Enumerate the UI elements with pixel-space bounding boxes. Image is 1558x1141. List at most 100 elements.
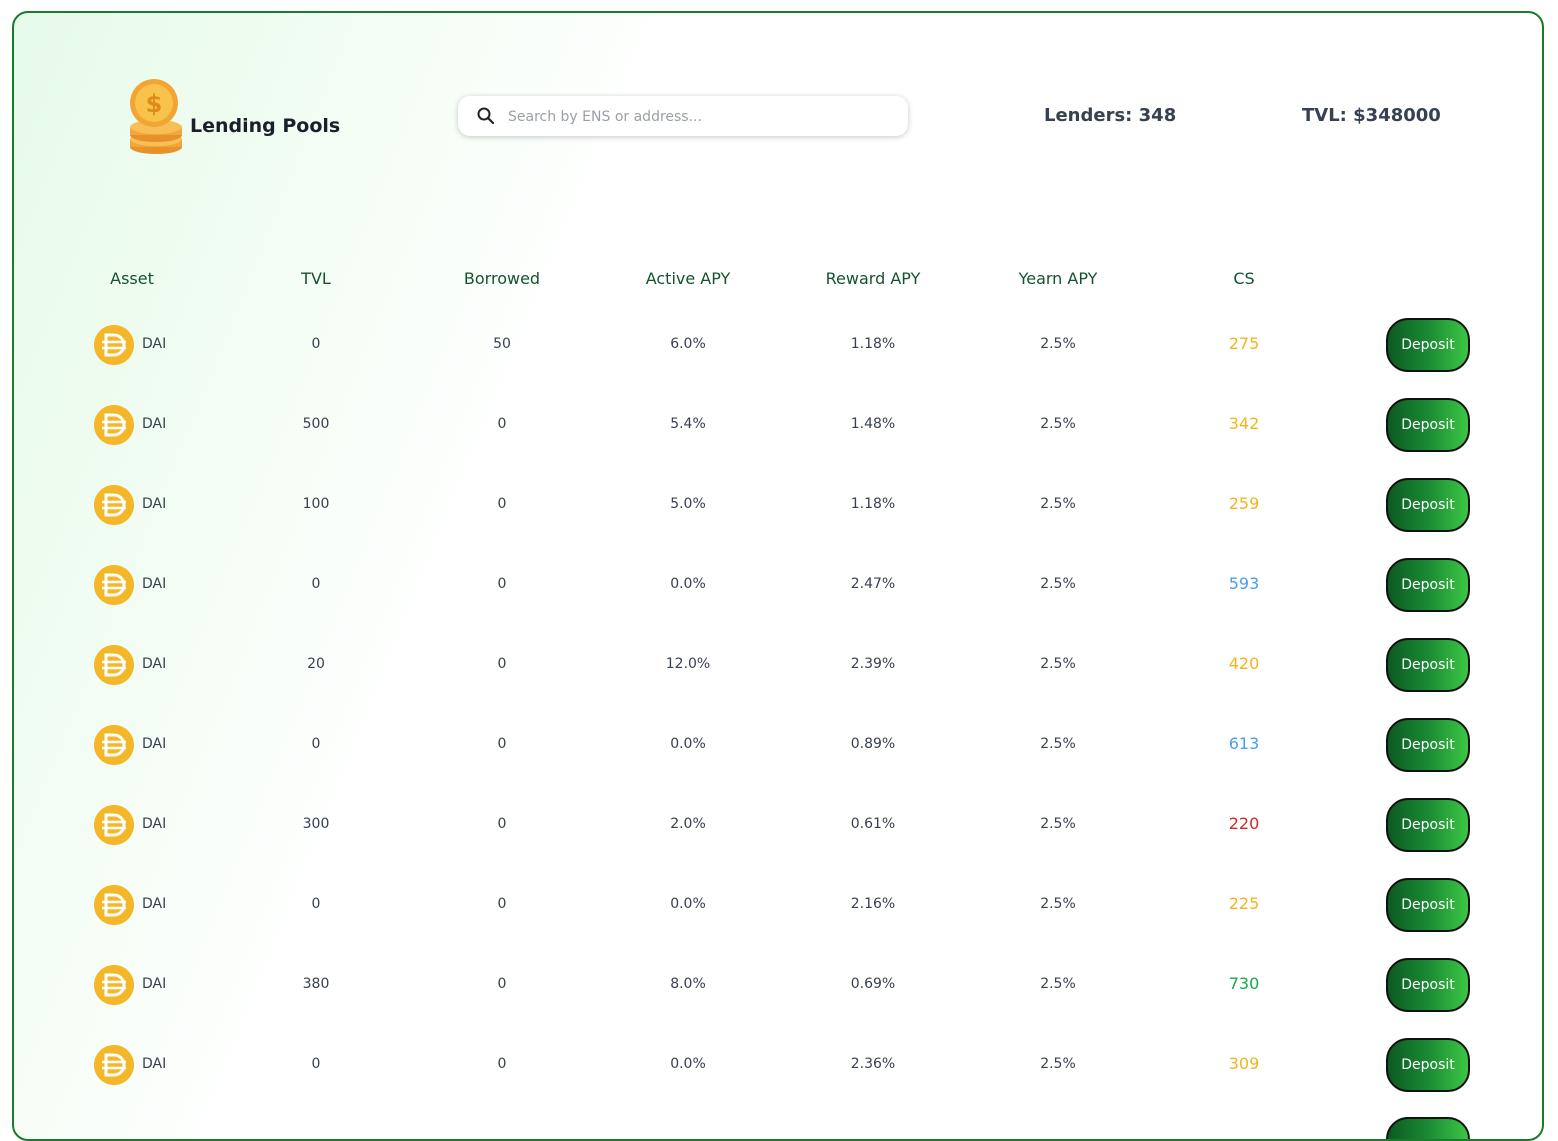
cell-borrowed: 0 [497, 496, 507, 512]
deposit-button-partial[interactable] [1386, 1117, 1470, 1139]
lenders-count: Lenders: 348 [1044, 105, 1177, 126]
cell-active-apy: 12.0% [665, 656, 711, 672]
cell-borrowed: 0 [497, 976, 507, 992]
deposit-button[interactable]: Deposit [1386, 878, 1470, 932]
column-header-active-apy: Active APY [645, 269, 731, 288]
asset-name: DAI [142, 576, 167, 592]
deposit-button[interactable]: Deposit [1386, 478, 1470, 532]
cell-cs: 593 [1228, 574, 1260, 593]
deposit-button[interactable]: Deposit [1386, 318, 1470, 372]
table-row: DAI 0 0 0.0% 2.47% 2.5% 593 Deposit [14, 558, 1542, 645]
column-header-borrowed: Borrowed [463, 269, 541, 288]
dai-coin-icon [94, 565, 134, 605]
table-row: DAI 0 0 0.0% 2.16% 2.5% 225 Deposit [14, 878, 1542, 965]
cell-borrowed: 0 [497, 896, 507, 912]
cell-active-apy: 0.0% [670, 1056, 706, 1072]
cell-tvl: 380 [302, 976, 330, 992]
cell-tvl: 300 [302, 816, 330, 832]
column-header-yearn-apy: Yearn APY [1018, 269, 1098, 288]
cell-cs: 613 [1228, 734, 1260, 753]
dai-coin-icon [94, 405, 134, 445]
cell-reward-apy: 0.61% [850, 816, 896, 832]
dai-coin-icon [94, 965, 134, 1005]
asset-name: DAI [142, 1056, 167, 1072]
cell-reward-apy: 2.47% [850, 576, 896, 592]
cell-yearn-apy: 2.5% [1040, 576, 1076, 592]
cell-active-apy: 5.0% [670, 496, 706, 512]
dai-coin-icon [94, 805, 134, 845]
search-input[interactable] [506, 104, 890, 130]
deposit-button[interactable]: Deposit [1386, 958, 1470, 1012]
column-header-reward-apy: Reward APY [825, 269, 921, 288]
table-row: DAI 0 50 6.0% 1.18% 2.5% 275 Deposit [14, 318, 1542, 405]
cell-tvl: 100 [302, 496, 330, 512]
cell-yearn-apy: 2.5% [1040, 496, 1076, 512]
cell-borrowed: 0 [497, 576, 507, 592]
cell-tvl: 500 [302, 416, 330, 432]
cell-active-apy: 6.0% [670, 336, 706, 352]
svg-text:$: $ [146, 90, 163, 118]
table-row: DAI 300 0 2.0% 0.61% 2.5% 220 Deposit [14, 798, 1542, 885]
cell-yearn-apy: 2.5% [1040, 736, 1076, 752]
dai-coin-icon [94, 725, 134, 765]
cell-yearn-apy: 2.5% [1040, 816, 1076, 832]
cell-active-apy: 5.4% [670, 416, 706, 432]
deposit-button[interactable]: Deposit [1386, 718, 1470, 772]
dai-coin-icon [94, 645, 134, 685]
deposit-button[interactable]: Deposit [1386, 1038, 1470, 1092]
dai-coin-icon [94, 325, 134, 365]
cell-borrowed: 0 [497, 816, 507, 832]
cell-reward-apy: 2.36% [850, 1056, 896, 1072]
cell-active-apy: 2.0% [670, 816, 706, 832]
search-bar[interactable] [458, 96, 908, 136]
cell-reward-apy: 1.48% [850, 416, 896, 432]
column-header-tvl: TVL [301, 269, 331, 288]
asset-name: DAI [142, 656, 167, 672]
table-row: DAI 380 0 8.0% 0.69% 2.5% 730 Deposit [14, 958, 1542, 1045]
deposit-button[interactable]: Deposit [1386, 558, 1470, 612]
table-row: DAI 0 0 0.0% 0.89% 2.5% 613 Deposit [14, 718, 1542, 805]
cell-tvl: 0 [311, 576, 321, 592]
cell-cs: 342 [1228, 414, 1260, 433]
cell-borrowed: 0 [497, 416, 507, 432]
cell-tvl: 0 [311, 896, 321, 912]
table-row: DAI 100 0 5.0% 1.18% 2.5% 259 Deposit [14, 478, 1542, 565]
cell-yearn-apy: 2.5% [1040, 1056, 1076, 1072]
cell-borrowed: 0 [497, 656, 507, 672]
asset-name: DAI [142, 816, 167, 832]
cell-yearn-apy: 2.5% [1040, 896, 1076, 912]
asset-name: DAI [142, 736, 167, 752]
deposit-button[interactable]: Deposit [1386, 638, 1470, 692]
cell-cs: 420 [1228, 654, 1260, 673]
table-row: DAI 20 0 12.0% 2.39% 2.5% 420 Deposit [14, 638, 1542, 725]
cell-active-apy: 8.0% [670, 976, 706, 992]
deposit-button[interactable]: Deposit [1386, 798, 1470, 852]
search-icon [476, 106, 496, 126]
cell-cs: 730 [1228, 974, 1260, 993]
cell-tvl: 0 [311, 1056, 321, 1072]
asset-name: DAI [142, 896, 167, 912]
column-header-cs: CS [1233, 269, 1255, 288]
cell-borrowed: 0 [497, 1056, 507, 1072]
app-frame: $ Lending Pools Lenders: 348 TVL: $34800… [12, 11, 1544, 1141]
cell-borrowed: 50 [493, 336, 511, 352]
asset-name: DAI [142, 496, 167, 512]
column-header-asset: Asset [110, 269, 154, 288]
cell-reward-apy: 2.39% [850, 656, 896, 672]
dai-coin-icon [94, 1045, 134, 1085]
cell-cs: 259 [1228, 494, 1260, 513]
cell-borrowed: 0 [497, 736, 507, 752]
dai-coin-icon [94, 485, 134, 525]
cell-cs: 275 [1228, 334, 1260, 353]
cell-yearn-apy: 2.5% [1040, 976, 1076, 992]
page-title: Lending Pools [190, 115, 341, 137]
asset-name: DAI [142, 416, 167, 432]
cell-yearn-apy: 2.5% [1040, 656, 1076, 672]
asset-name: DAI [142, 336, 167, 352]
cell-cs: 225 [1228, 894, 1260, 913]
cell-reward-apy: 1.18% [850, 336, 896, 352]
cell-cs: 309 [1228, 1054, 1260, 1073]
deposit-button[interactable]: Deposit [1386, 398, 1470, 452]
cell-yearn-apy: 2.5% [1040, 336, 1076, 352]
cell-active-apy: 0.0% [670, 736, 706, 752]
